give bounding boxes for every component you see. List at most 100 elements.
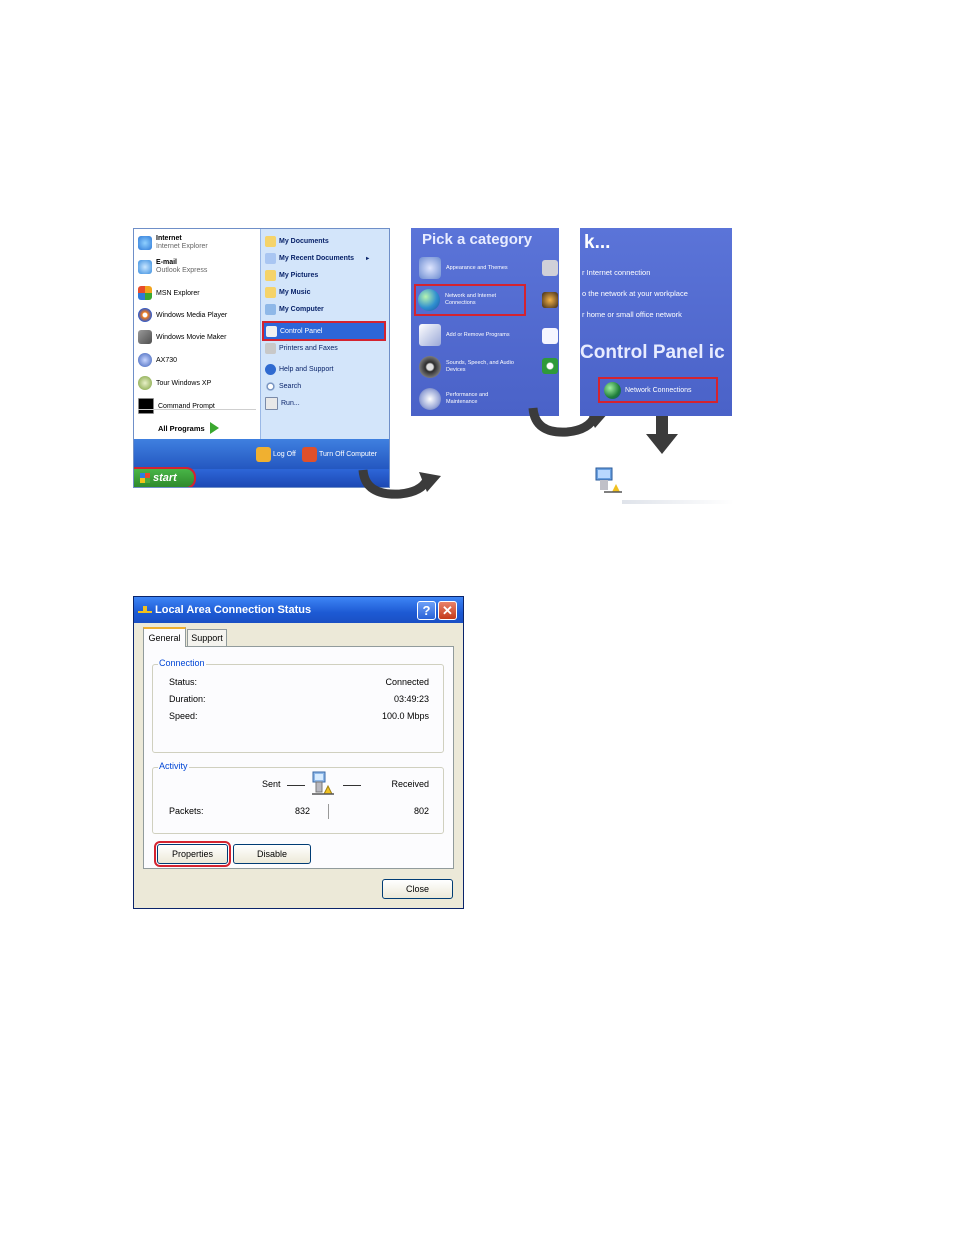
start-item-title: Windows Movie Maker: [156, 333, 227, 341]
category-label: Performance and Maintenance: [446, 392, 489, 405]
start-item-label: Control Panel: [280, 327, 323, 335]
category-network[interactable]: Network and Internet Connections: [414, 284, 526, 316]
speed-value: 100.0 Mbps: [381, 711, 429, 721]
task-link[interactable]: o the network at your workplace: [582, 289, 688, 298]
start-item-label: My Documents: [279, 237, 329, 245]
pick-category-title: Pick a category: [422, 231, 533, 248]
start-item-msn[interactable]: MSN Explorer: [138, 283, 200, 303]
status-label: Status:: [169, 677, 198, 687]
tour-xp-icon: [138, 376, 152, 390]
log-off-label: Log Off: [273, 450, 296, 458]
start-item-run[interactable]: Run...: [265, 395, 300, 411]
title-bar[interactable]: Local Area Connection Status ? ✕: [134, 597, 463, 623]
all-programs-label: All Programs: [158, 423, 205, 433]
connection-group-label: Connection: [158, 658, 206, 668]
printer-icon: [542, 260, 558, 276]
category-add-remove[interactable]: Add or Remove Programs: [419, 321, 510, 349]
start-item-my-music[interactable]: My Music: [265, 284, 311, 300]
control-panel-icon: [266, 325, 277, 337]
disable-button[interactable]: Disable: [233, 844, 311, 864]
panel-heading: k...: [584, 232, 611, 253]
start-item-title: AX730: [156, 356, 178, 364]
all-programs-button[interactable]: All Programs: [158, 422, 219, 434]
category-label: Sounds, Speech, and Audio Devices: [446, 360, 514, 373]
network-connections-label: Network Connections: [625, 386, 692, 394]
start-item-my-computer[interactable]: My Computer: [265, 301, 324, 317]
start-item-title: Tour Windows XP: [156, 379, 212, 387]
start-item-title: Internet: [156, 235, 182, 242]
start-item-ax730[interactable]: AX730: [138, 350, 177, 370]
start-item-media-player[interactable]: Windows Media Player: [138, 305, 227, 325]
task-link[interactable]: r home or small office network: [582, 310, 682, 319]
log-off-button[interactable]: Log Off: [256, 446, 296, 462]
network-globe-icon: [604, 381, 621, 399]
user-accounts-icon: [542, 292, 558, 308]
category-label: Network and Internet Connections: [445, 293, 497, 306]
start-item-my-documents[interactable]: My Documents: [265, 233, 329, 249]
start-item-label: Help and Support: [279, 365, 334, 373]
start-item-internet[interactable]: Internet Internet Explorer: [138, 233, 208, 253]
start-item-subtitle: Internet Explorer: [156, 243, 208, 250]
start-item-label: My Computer: [279, 305, 324, 313]
packets-label: Packets:: [169, 806, 204, 816]
start-item-search[interactable]: Search: [265, 378, 301, 394]
turn-off-label: Turn Off Computer: [319, 450, 377, 458]
tab-general[interactable]: General: [143, 627, 186, 647]
received-line: [343, 785, 361, 786]
appearance-icon: [419, 257, 441, 279]
status-value: Connected: [385, 677, 429, 687]
printer-icon: [265, 342, 276, 354]
my-computer-icon: [265, 303, 276, 315]
category-label: Add or Remove Programs: [446, 331, 510, 338]
tab-support[interactable]: Support: [187, 629, 227, 646]
folder-music-icon: [265, 286, 276, 298]
start-menu-screenshot: Internet Internet Explorer E-mail Outlook …: [133, 228, 390, 488]
task-link[interactable]: r Internet connection: [582, 268, 650, 277]
local-area-connection-icon[interactable]: [594, 466, 624, 498]
turn-off-button[interactable]: Turn Off Computer: [302, 446, 377, 462]
accessibility-icon: [542, 358, 558, 374]
start-button[interactable]: start: [134, 467, 196, 487]
properties-button[interactable]: Properties: [154, 841, 231, 867]
general-tab-panel: Connection Status: Connected Duration: 0…: [143, 646, 454, 869]
start-item-email[interactable]: E-mail Outlook Express: [138, 257, 207, 277]
start-item-label: Run...: [281, 399, 300, 407]
divider: [328, 804, 329, 819]
start-item-recent-documents[interactable]: My Recent Documents ▸: [265, 250, 369, 266]
taskbar: start: [134, 467, 389, 487]
add-remove-icon: [419, 324, 441, 346]
start-item-tour[interactable]: Tour Windows XP: [138, 373, 211, 393]
category-appearance[interactable]: Appearance and Themes: [419, 254, 508, 282]
power-icon: [302, 446, 317, 462]
pick-category-screenshot: Pick a category Appearance and Themes Ne…: [411, 228, 559, 416]
fade-strip: [622, 500, 734, 504]
start-item-command-prompt[interactable]: Command Prompt: [138, 396, 215, 416]
down-arrow-stem: [656, 416, 668, 436]
start-label: start: [153, 472, 177, 484]
close-button[interactable]: Close: [382, 879, 453, 899]
down-arrow-icon: [646, 434, 678, 454]
folder-documents-icon: [265, 235, 276, 247]
date-time-icon: [542, 328, 558, 344]
start-item-my-pictures[interactable]: My Pictures: [265, 267, 318, 283]
network-globe-icon: [418, 289, 440, 311]
duration-label: Duration:: [169, 694, 206, 704]
network-connections-screenshot: k... r Internet connection o the network…: [580, 228, 732, 416]
start-item-printers[interactable]: Printers and Faxes: [265, 340, 338, 356]
start-menu-programs-pane: Internet Internet Explorer E-mail Outlook …: [134, 229, 260, 439]
start-item-help[interactable]: Help and Support: [265, 361, 333, 377]
close-window-button[interactable]: ✕: [438, 601, 457, 620]
windows-flag-icon: [140, 473, 150, 483]
outlook-express-icon: [138, 260, 152, 274]
network-connections-link[interactable]: Network Connections: [598, 377, 718, 403]
search-icon: [265, 380, 276, 392]
category-performance[interactable]: Performance and Maintenance: [419, 385, 508, 413]
start-item-control-panel[interactable]: Control Panel: [262, 321, 386, 341]
curved-arrow-icon: [358, 469, 441, 499]
internet-explorer-icon: [138, 236, 152, 250]
category-sounds[interactable]: Sounds, Speech, and Audio Devices: [419, 353, 516, 381]
start-item-movie-maker[interactable]: Windows Movie Maker: [138, 327, 226, 347]
chevron-right-icon: ▸: [366, 255, 370, 262]
start-item-label: Printers and Faxes: [279, 344, 338, 352]
help-button[interactable]: ?: [417, 601, 436, 620]
